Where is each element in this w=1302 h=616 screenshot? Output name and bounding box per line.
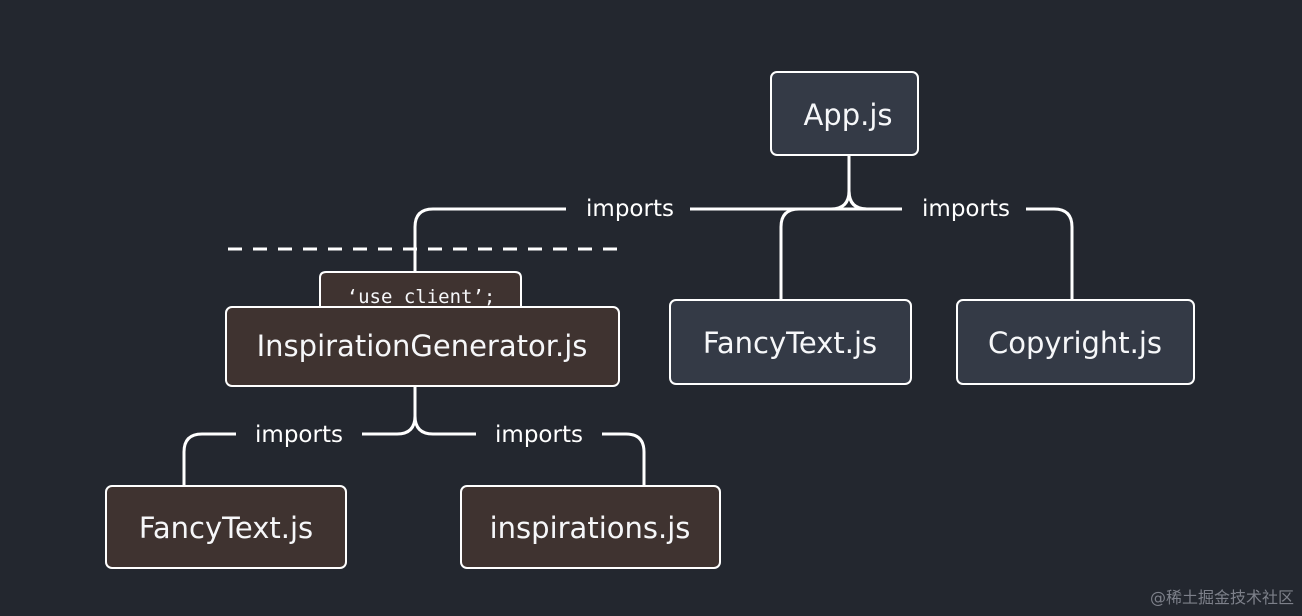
directive-tab: ‘use client’; (319, 271, 522, 310)
node-label-inspiration-generator: InspirationGenerator.js (257, 329, 588, 363)
edge-inspiration-generator-to-fancytext-client: imports (182, 384, 417, 488)
node-label-copyright: Copyright.js (988, 326, 1162, 360)
edge-app-to-copyright: imports (847, 189, 1074, 302)
node-inspirations: inspirations.js (460, 485, 721, 569)
edge-inspiration-generator-to-inspirations: imports (413, 414, 646, 488)
edge-label-inspiration-generator-inspirations: imports (495, 422, 583, 448)
watermark-text: @稀土掘金技术社区 (1149, 588, 1294, 607)
node-copyright: Copyright.js (956, 299, 1195, 385)
edge-label-app-copyright: imports (922, 196, 1010, 222)
node-fancytext-server: FancyText.js (669, 299, 912, 385)
edge-label-app-inspiration-generator: imports (586, 196, 674, 222)
edge-app-to-fancytext-server (779, 189, 869, 302)
module-dependency-diagram: imports imports imports imports App.js ‘… (105, 71, 1195, 569)
edge-label-inspiration-generator-fancytext: imports (255, 422, 343, 448)
node-fancytext-client: FancyText.js (105, 485, 347, 569)
node-inspiration-generator: InspirationGenerator.js (225, 306, 620, 387)
node-label-fancytext-client: FancyText.js (139, 511, 313, 545)
node-label-app: App.js (803, 98, 892, 132)
node-app: App.js (770, 71, 919, 156)
directive-text: ‘use client’; (347, 286, 496, 308)
node-label-inspirations: inspirations.js (490, 511, 691, 545)
node-label-fancytext-server: FancyText.js (703, 326, 877, 360)
